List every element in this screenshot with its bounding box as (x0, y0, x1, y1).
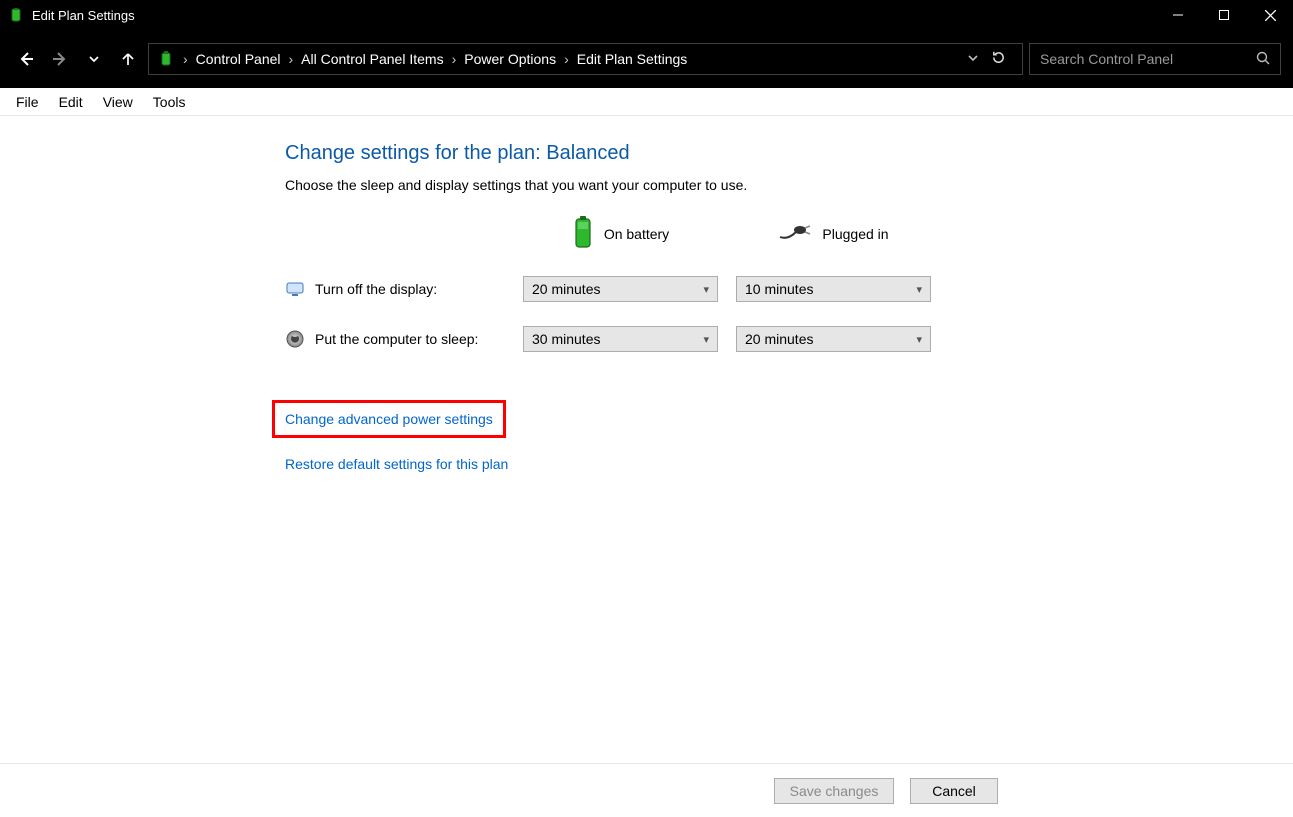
chevron-right-icon: › (287, 51, 296, 67)
footer: Save changes Cancel (0, 763, 1293, 817)
link-restore-defaults[interactable]: Restore default settings for this plan (285, 456, 1293, 472)
refresh-button[interactable] (991, 50, 1006, 68)
back-button[interactable] (12, 45, 40, 73)
power-icon (157, 50, 175, 68)
column-header-battery-label: On battery (604, 226, 669, 242)
column-header-battery: On battery (523, 215, 718, 252)
content: Change settings for the plan: Balanced C… (0, 116, 1293, 817)
breadcrumb-segment-control-panel[interactable]: Control Panel (196, 51, 281, 67)
column-header-plugged: Plugged in (736, 222, 931, 245)
row-sleep-text: Put the computer to sleep: (315, 331, 478, 347)
menu-view[interactable]: View (95, 92, 141, 112)
search-input[interactable] (1040, 51, 1240, 67)
plug-icon (778, 222, 812, 245)
search-box[interactable] (1029, 43, 1281, 75)
chevron-down-icon: ▾ (916, 333, 922, 346)
forward-button[interactable] (46, 45, 74, 73)
breadcrumb-segment-edit-plan[interactable]: Edit Plan Settings (577, 51, 688, 67)
maximize-button[interactable] (1201, 0, 1247, 30)
chevron-down-icon: ▾ (916, 283, 922, 296)
column-header-plugged-label: Plugged in (822, 226, 888, 242)
up-button[interactable] (114, 45, 142, 73)
breadcrumb-history-dropdown[interactable] (967, 51, 979, 67)
page-subtitle: Choose the sleep and display settings th… (285, 177, 1293, 193)
menu-file[interactable]: File (8, 92, 47, 112)
cancel-button[interactable]: Cancel (910, 778, 998, 804)
battery-icon (572, 215, 594, 252)
links-section: Change advanced power settings Restore d… (285, 400, 1293, 472)
breadcrumb-segment-power-options[interactable]: Power Options (464, 51, 556, 67)
breadcrumb[interactable]: › Control Panel › All Control Panel Item… (148, 43, 1023, 75)
grid-spacer (285, 233, 505, 234)
display-icon (285, 279, 305, 299)
save-button[interactable]: Save changes (774, 778, 894, 804)
breadcrumb-segment-all-items[interactable]: All Control Panel Items (301, 51, 443, 67)
chevron-right-icon: › (562, 51, 571, 67)
row-label-display: Turn off the display: (285, 279, 505, 299)
close-button[interactable] (1247, 0, 1293, 30)
titlebar: Edit Plan Settings (0, 0, 1293, 30)
settings-grid: On battery Plugged in (285, 215, 1293, 352)
menubar: File Edit View Tools (0, 88, 1293, 116)
chevron-down-icon: ▾ (703, 283, 709, 296)
recent-locations-button[interactable] (80, 45, 108, 73)
app-icon (8, 7, 24, 23)
sleep-icon (285, 329, 305, 349)
page-title: Change settings for the plan: Balanced (285, 142, 1293, 165)
dropdown-display-plugged[interactable]: 10 minutes ▾ (736, 276, 931, 302)
menu-tools[interactable]: Tools (145, 92, 194, 112)
dropdown-display-battery[interactable]: 20 minutes ▾ (523, 276, 718, 302)
search-icon[interactable] (1256, 51, 1270, 68)
dropdown-sleep-plugged[interactable]: 20 minutes ▾ (736, 326, 931, 352)
dropdown-sleep-battery-value: 30 minutes (532, 331, 600, 347)
dropdown-display-battery-value: 20 minutes (532, 281, 600, 297)
dropdown-sleep-plugged-value: 20 minutes (745, 331, 813, 347)
dropdown-display-plugged-value: 10 minutes (745, 281, 813, 297)
link-advanced-settings[interactable]: Change advanced power settings (272, 400, 506, 438)
chevron-right-icon: › (181, 51, 190, 67)
minimize-button[interactable] (1155, 0, 1201, 30)
row-display-text: Turn off the display: (315, 281, 437, 297)
row-label-sleep: Put the computer to sleep: (285, 329, 505, 349)
window-title: Edit Plan Settings (32, 8, 135, 23)
dropdown-sleep-battery[interactable]: 30 minutes ▾ (523, 326, 718, 352)
chevron-right-icon: › (450, 51, 459, 67)
navbar: › Control Panel › All Control Panel Item… (0, 30, 1293, 88)
menu-edit[interactable]: Edit (51, 92, 91, 112)
chevron-down-icon: ▾ (703, 333, 709, 346)
